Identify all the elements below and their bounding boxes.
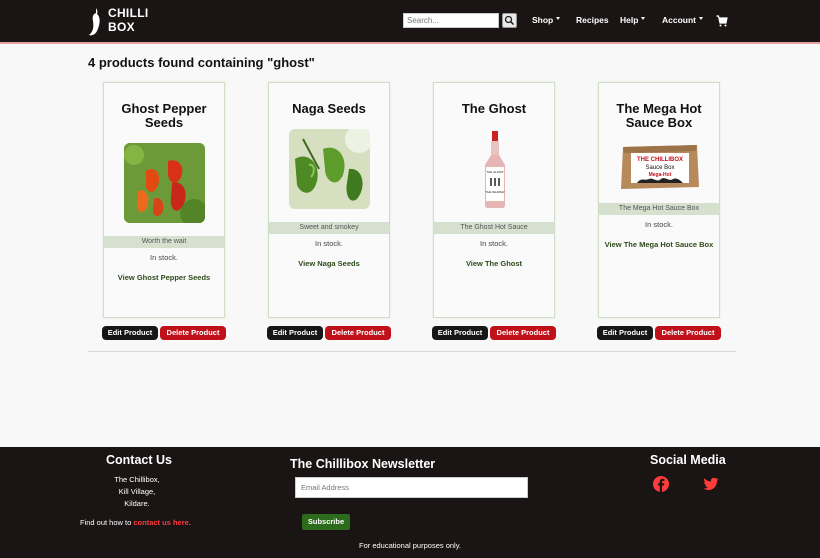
delete-product-button[interactable]: Delete Product xyxy=(655,326,721,340)
product-title: Ghost Pepper Seeds xyxy=(121,101,207,130)
address: The Chillibox, Kill Village, Kildare. xyxy=(105,474,169,510)
nav-shop-label: Shop xyxy=(532,15,554,25)
chevron-down-icon xyxy=(699,17,703,21)
stock-status: In stock. xyxy=(480,239,508,248)
footer: Contact Us The Chillibox, Kill Village, … xyxy=(0,447,820,558)
chevron-down-icon xyxy=(556,17,561,21)
product-card: Naga Seeds Sweet and smokey In stock. Vi… xyxy=(268,82,390,318)
product-tagline: Sweet and smokey xyxy=(269,222,389,234)
box-label-sub: Mega-Hot xyxy=(649,172,672,178)
delete-product-button[interactable]: Delete Product xyxy=(160,326,226,340)
disclaimer: For educational purposes only. xyxy=(358,541,461,550)
product-title: The Mega Hot Sauce Box xyxy=(616,101,702,130)
hot-sauce-bottle-image: THE GHOST THE REAPER xyxy=(485,131,505,208)
find-out-prefix: Find out how to xyxy=(80,518,134,527)
view-product-link[interactable]: View Ghost Pepper Seeds xyxy=(108,272,220,284)
logo-text-line2: BOX xyxy=(108,20,135,34)
chevron-down-icon xyxy=(641,17,646,21)
edit-product-button[interactable]: Edit Product xyxy=(432,326,488,340)
product-image[interactable]: THE GHOST THE REAPER xyxy=(481,129,509,209)
bottle-label-bottom: THE REAPER xyxy=(485,190,505,194)
product-tagline: The Mega Hot Sauce Box xyxy=(599,203,719,215)
address-line: The Chillibox, xyxy=(114,475,160,484)
stock-status: In stock. xyxy=(150,253,178,262)
divider xyxy=(88,351,736,352)
find-out-text: Find out how to contact us here. xyxy=(80,518,191,527)
nav-recipes-link[interactable]: Recipes xyxy=(576,15,609,25)
email-field[interactable] xyxy=(295,477,528,498)
box-label-title: Sauce Box xyxy=(645,165,674,171)
product-image[interactable] xyxy=(289,129,370,209)
delete-product-button[interactable]: Delete Product xyxy=(325,326,391,340)
product-title: Naga Seeds xyxy=(292,101,366,116)
stock-status: In stock. xyxy=(315,239,343,248)
product-card: The Ghost THE GHOST THE REAPER The Ghost… xyxy=(433,82,555,318)
product-tagline: Worth the wait xyxy=(104,236,224,248)
product-title: The Ghost xyxy=(461,101,527,116)
search-input[interactable] xyxy=(403,13,499,28)
address-line: Kildare. xyxy=(124,499,150,508)
navbar: CHILLI BOX Shop Recipes Help Account xyxy=(0,0,820,44)
find-out-suffix: . xyxy=(188,518,191,527)
nav-account-dropdown[interactable]: Account xyxy=(662,15,703,25)
product-card: The Mega Hot Sauce Box THE CHILLIBOX Sau… xyxy=(598,82,720,318)
newsletter-heading: The Chillibox Newsletter xyxy=(290,457,436,471)
subscribe-button[interactable]: Subscribe xyxy=(302,514,350,530)
cart-icon[interactable] xyxy=(716,15,728,27)
bottle-label-top: THE GHOST xyxy=(486,170,504,174)
nav-help-label: Help xyxy=(620,15,639,25)
results-heading: 4 products found containing "ghost" xyxy=(88,55,315,70)
product-image[interactable] xyxy=(124,143,205,223)
search-icon xyxy=(504,15,515,26)
ghost-pepper-image xyxy=(124,143,205,223)
edit-product-button[interactable]: Edit Product xyxy=(597,326,653,340)
stock-status: In stock. xyxy=(645,220,673,229)
edit-product-button[interactable]: Edit Product xyxy=(102,326,158,340)
nav-help-dropdown[interactable]: Help xyxy=(620,15,646,25)
product-image[interactable]: THE CHILLIBOX Sauce Box Mega-Hot xyxy=(619,141,701,193)
view-product-link[interactable]: View Naga Seeds xyxy=(273,258,385,270)
logo-text-line1: CHILLI xyxy=(108,6,149,20)
chillibox-logo[interactable]: CHILLI BOX xyxy=(86,3,148,39)
view-product-link[interactable]: View The Mega Hot Sauce Box xyxy=(603,239,715,251)
search-button[interactable] xyxy=(502,13,517,28)
box-label-brand: THE CHILLIBOX xyxy=(637,157,683,163)
sauce-box-image: THE CHILLIBOX Sauce Box Mega-Hot xyxy=(621,145,699,189)
chilli-pepper-icon xyxy=(89,8,100,36)
naga-pepper-image xyxy=(289,129,370,209)
address-line: Kill Village, xyxy=(118,487,156,496)
product-card: Ghost Pepper Seeds Worth the wait In sto… xyxy=(103,82,225,318)
contact-us-link[interactable]: contact us here xyxy=(133,518,188,527)
delete-product-button[interactable]: Delete Product xyxy=(490,326,556,340)
contact-heading: Contact Us xyxy=(106,453,172,467)
twitter-icon[interactable] xyxy=(703,476,719,492)
facebook-icon[interactable] xyxy=(653,476,669,492)
social-heading: Social Media xyxy=(650,453,726,467)
edit-product-button[interactable]: Edit Product xyxy=(267,326,323,340)
nav-shop-dropdown[interactable]: Shop xyxy=(532,15,561,25)
view-product-link[interactable]: View The Ghost xyxy=(438,258,550,270)
nav-account-label: Account xyxy=(662,15,696,25)
product-tagline: The Ghost Hot Sauce xyxy=(434,222,554,234)
